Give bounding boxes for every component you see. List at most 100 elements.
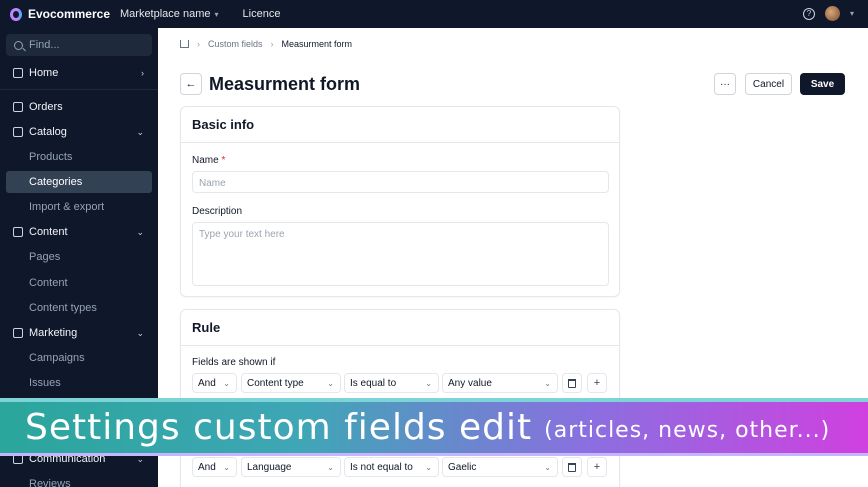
banner-bottom-stripe (0, 453, 868, 456)
top-bar: Evocommerce Marketplace name ▾ Licence ?… (0, 0, 868, 28)
chevron-down-icon: ⌄ (223, 378, 230, 388)
save-button[interactable]: Save (800, 73, 845, 95)
connector-value: And (198, 461, 216, 473)
licence-link[interactable]: Licence (243, 8, 281, 20)
sidebar-item-label: Home (29, 67, 59, 79)
chevron-down-icon: ⌄ (136, 327, 144, 338)
brand-name: Evocommerce (27, 7, 110, 21)
sidebar-item-campaigns[interactable]: Campaigns (6, 347, 152, 369)
sidebar-item-pages[interactable]: Pages (6, 246, 152, 268)
operator-value: Is not equal to (350, 461, 413, 473)
sidebar-divider (0, 89, 158, 90)
sidebar-item-issues[interactable]: Issues (6, 372, 152, 394)
home-icon[interactable] (180, 40, 189, 48)
add-rule-button[interactable]: + (587, 373, 607, 393)
cancel-button[interactable]: Cancel (745, 73, 792, 95)
chevron-down-icon: ⌄ (544, 378, 551, 388)
field-select[interactable]: Language ⌄ (241, 457, 341, 477)
rule-subtitle: Fields are shown if (192, 357, 276, 368)
search-placeholder: Find... (29, 39, 60, 51)
rule-title: Rule (181, 310, 619, 346)
licence-label: Licence (242, 8, 281, 20)
chevron-down-icon[interactable]: ▾ (850, 9, 854, 18)
sidebar-item-reviews[interactable]: Reviews (6, 473, 152, 487)
chevron-down-icon: ⌄ (425, 378, 432, 388)
name-placeholder: Name (199, 178, 226, 189)
chevron-right-icon: › (197, 39, 200, 49)
sidebar-item-catalog[interactable]: Catalog ⌄ (6, 121, 152, 143)
chevron-right-icon: › (141, 68, 144, 78)
name-label: Name * (192, 155, 225, 166)
sidebar-item-label: Import & export (29, 201, 105, 213)
sidebar-item-label: Catalog (29, 126, 67, 138)
chevron-down-icon: ⌄ (223, 462, 230, 472)
home-icon (13, 68, 23, 78)
operator-select[interactable]: Is not equal to ⌄ (344, 457, 439, 477)
trash-icon (568, 462, 576, 472)
breadcrumb: › Custom fields › Measurment form (180, 39, 352, 49)
connector-value: And (198, 377, 216, 389)
field-select[interactable]: Content type ⌄ (241, 373, 341, 393)
sidebar-item-label: Marketing (29, 327, 78, 339)
description-label: Description (192, 206, 243, 217)
search-input[interactable]: Find... (6, 34, 152, 56)
page-title: Measurment form (209, 74, 361, 94)
brand-icon (10, 7, 22, 21)
marketplace-label: Marketplace name (120, 8, 211, 20)
sidebar-item-label: Content (29, 277, 68, 289)
arrow-left-icon: ← (185, 78, 197, 90)
add-rule-button[interactable]: + (587, 457, 607, 477)
value-select[interactable]: Gaelic ⌄ (442, 457, 558, 477)
breadcrumb-parent[interactable]: Custom fields (208, 39, 263, 49)
help-icon[interactable]: ? (802, 7, 815, 20)
sidebar-item-products[interactable]: Products (6, 146, 152, 168)
basic-info-title: Basic info (181, 107, 619, 143)
value-value: Gaelic (448, 461, 477, 473)
description-field[interactable]: Type your text here (192, 222, 609, 286)
banner-main-text: Settings custom fields edit (25, 407, 533, 448)
sidebar-item-label: Reviews (29, 478, 71, 487)
sidebar-item-label: Orders (29, 101, 63, 113)
sidebar-item-label: Categories (29, 176, 83, 188)
field-value: Language (247, 461, 292, 473)
sidebar-item-label: Pages (29, 251, 61, 263)
name-label-text: Name (192, 155, 219, 166)
plus-icon: + (593, 377, 601, 389)
value-select[interactable]: Any value ⌄ (442, 373, 558, 393)
cart-icon (13, 102, 23, 112)
back-button[interactable]: ← (180, 73, 202, 95)
chevron-down-icon: ⌄ (327, 462, 334, 472)
caption-banner: Settings custom fields edit (articles, n… (0, 402, 868, 453)
sidebar-item-label: Products (29, 151, 73, 163)
chevron-down-icon: ⌄ (136, 226, 144, 237)
connector-select[interactable]: And ⌄ (192, 373, 237, 393)
sidebar-item-content-types[interactable]: Content types (6, 297, 152, 319)
sidebar-item-marketing[interactable]: Marketing ⌄ (6, 322, 152, 344)
chevron-down-icon: ⌄ (136, 126, 144, 137)
sidebar-item-import-export[interactable]: Import & export (6, 196, 152, 218)
chevron-down-icon: ⌄ (425, 462, 432, 472)
breadcrumb-current: Measurment form (281, 39, 353, 49)
name-field[interactable]: Name (192, 171, 609, 193)
description-placeholder: Type your text here (199, 229, 285, 240)
value-value: Any value (448, 377, 492, 389)
sidebar-item-content-sub[interactable]: Content (6, 272, 152, 294)
catalog-icon (13, 127, 23, 137)
sidebar-item-home[interactable]: Home › (6, 62, 152, 84)
chevron-right-icon: › (270, 39, 274, 49)
sidebar-item-label: Content (29, 226, 68, 238)
sidebar-item-content[interactable]: Content ⌄ (6, 221, 152, 243)
sidebar-item-categories[interactable]: Categories (6, 171, 152, 193)
delete-rule-button[interactable] (562, 373, 582, 393)
connector-select[interactable]: And ⌄ (192, 457, 237, 477)
more-options-button[interactable]: ··· (714, 73, 736, 95)
avatar[interactable] (824, 6, 840, 21)
operator-select[interactable]: Is equal to ⌄ (344, 373, 439, 393)
sidebar-item-label: Content types (29, 302, 97, 314)
sidebar-item-orders[interactable]: Orders (6, 96, 152, 118)
chevron-down-icon: ⌄ (327, 378, 334, 388)
delete-rule-button[interactable] (562, 457, 582, 477)
sidebar-item-label: Issues (29, 377, 61, 389)
brand-logo[interactable]: Evocommerce (0, 7, 110, 21)
marketplace-selector[interactable]: Marketplace name ▾ (120, 8, 219, 20)
